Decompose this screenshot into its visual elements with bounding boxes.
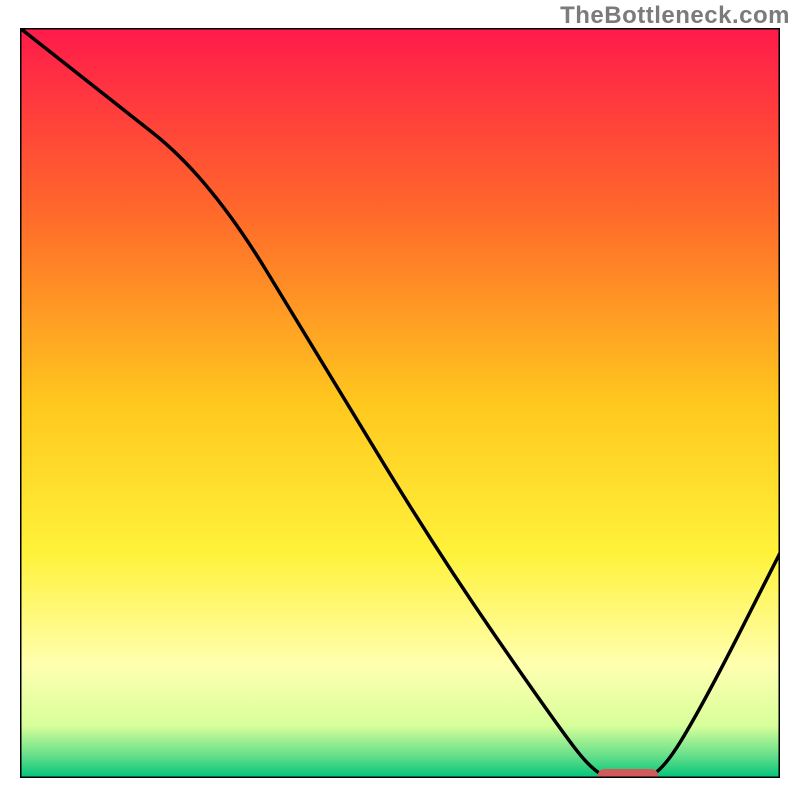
plot-area	[20, 28, 780, 778]
chart-container: TheBottleneck.com	[0, 0, 800, 800]
watermark-text: TheBottleneck.com	[560, 2, 790, 30]
gradient-fill	[20, 28, 780, 778]
chart-svg	[20, 28, 780, 778]
